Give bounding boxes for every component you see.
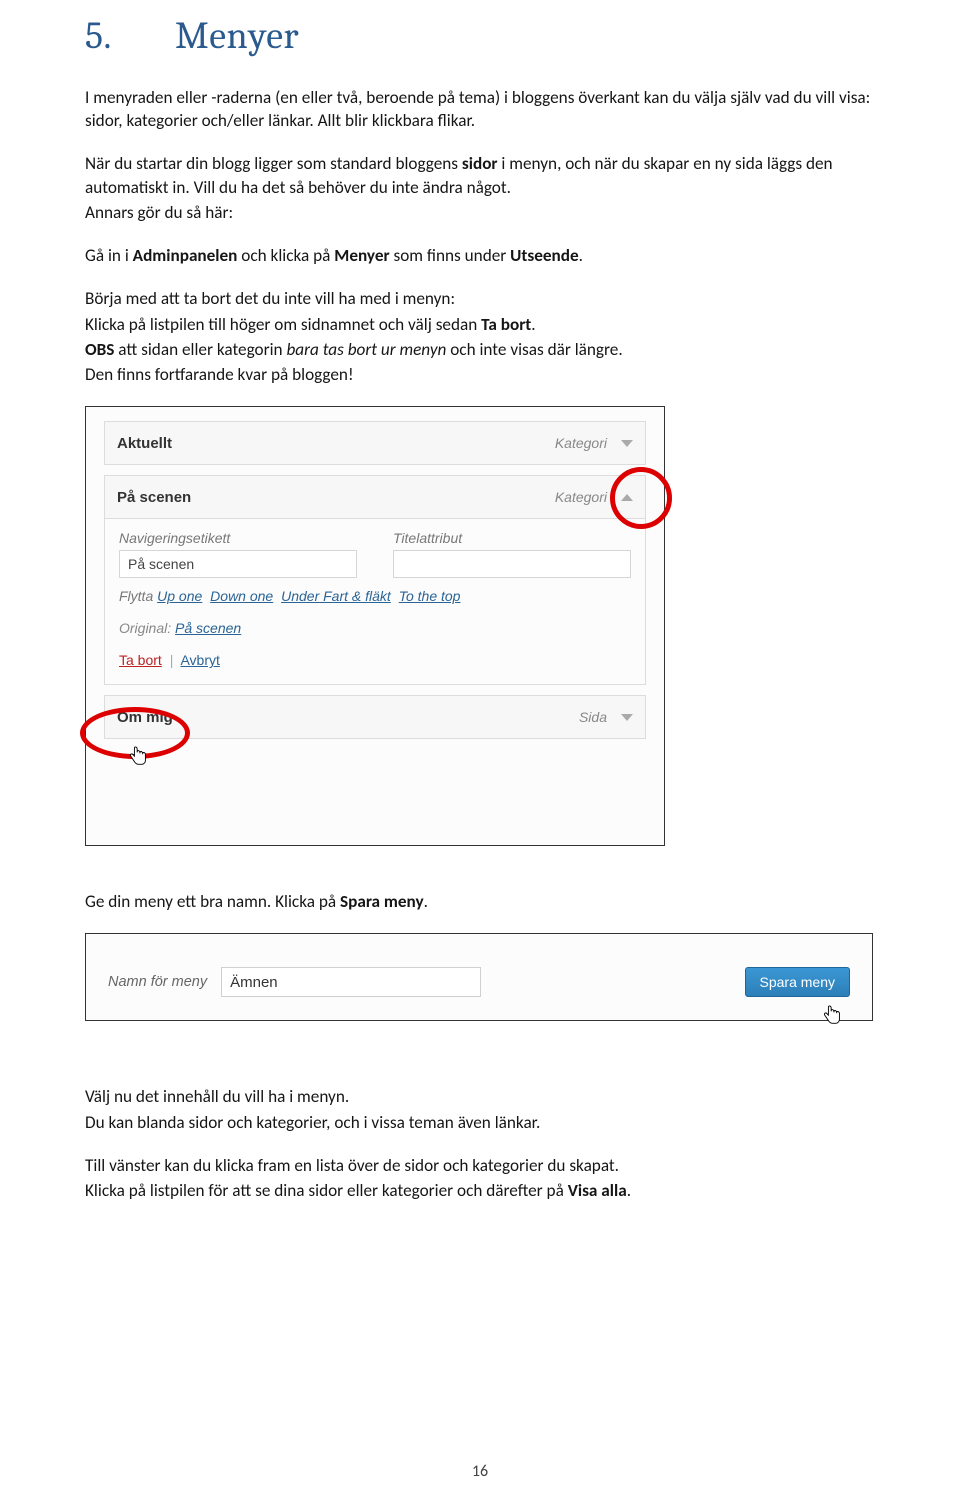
text: Klicka på listpilen till höger om sidnam…	[85, 314, 481, 335]
move-down-link[interactable]: Down one	[210, 588, 273, 604]
text: och inte visas där längre.	[446, 339, 622, 360]
bold-text: sidor	[462, 153, 498, 174]
text: Klicka på listpilen för att se dina sido…	[85, 1180, 568, 1201]
paragraph: Välj nu det innehåll du vill ha i menyn.	[85, 1085, 875, 1108]
text: Den finns fortfarande kvar på bloggen!	[85, 364, 354, 385]
menu-name-label: Namn för meny	[108, 974, 207, 990]
section-number: 5.	[85, 14, 175, 58]
action-row: Ta bort | Avbryt	[119, 652, 631, 668]
menu-item[interactable]: Om mig Sida	[104, 695, 646, 739]
text: Gå in i	[85, 245, 133, 266]
bold-text: Ta bort	[481, 314, 531, 335]
text: och klicka på	[237, 245, 334, 266]
paragraph: Den finns fortfarande kvar på bloggen!	[85, 363, 875, 386]
paragraph: I menyraden eller -raderna (en eller två…	[85, 86, 875, 132]
bold-text: Menyer	[334, 245, 389, 266]
text: .	[627, 1180, 631, 1201]
screenshot-menu-items: Aktuellt Kategori På scenen Kategori Nav…	[85, 406, 665, 846]
original-label: Original:	[119, 620, 171, 636]
paragraph: När du startar din blogg ligger som stan…	[85, 152, 875, 198]
chevron-down-icon[interactable]	[621, 714, 633, 721]
move-top-link[interactable]: To the top	[399, 588, 461, 604]
text: I menyraden eller -raderna (en eller två…	[85, 87, 870, 131]
menu-item-title: Om mig	[117, 709, 173, 726]
move-up-link[interactable]: Up one	[157, 588, 202, 604]
screenshot-menu-name: Namn för meny Spara meny	[85, 933, 873, 1021]
text: som finns under	[390, 245, 511, 266]
title-attribute-input[interactable]	[393, 550, 631, 578]
section-heading: 5.Menyer	[85, 14, 875, 58]
text: Till vänster kan du klicka fram en lista…	[85, 1155, 619, 1176]
bold-text: Spara meny	[340, 891, 424, 912]
paragraph: Ge din meny ett bra namn. Klicka på Spar…	[85, 890, 875, 913]
text: När du startar din blogg ligger som stan…	[85, 153, 462, 174]
text: .	[531, 314, 535, 335]
separator: |	[170, 652, 174, 668]
chevron-down-icon[interactable]	[621, 440, 633, 447]
chevron-up-icon[interactable]	[621, 494, 633, 501]
navigation-label-input[interactable]	[119, 550, 357, 578]
menu-item-details: Navigeringsetikett Titelattribut Flytta …	[104, 518, 646, 685]
text: Annars gör du så här:	[85, 202, 233, 223]
move-under-link[interactable]: Under Fart & fläkt	[281, 588, 391, 604]
paragraph: OBS att sidan eller kategorin bara tas b…	[85, 338, 875, 361]
text: Du kan blanda sidor och kategorier, och …	[85, 1112, 540, 1133]
cursor-hand-icon	[128, 745, 150, 769]
bold-text: Utseende	[510, 245, 578, 266]
menu-item[interactable]: Aktuellt Kategori	[104, 421, 646, 465]
menu-item-title: Aktuellt	[117, 435, 172, 452]
menu-item-expanded[interactable]: På scenen Kategori	[104, 475, 646, 519]
field-label: Titelattribut	[393, 530, 631, 546]
menu-item-type: Kategori	[555, 435, 607, 451]
cursor-hand-icon	[822, 1004, 844, 1028]
field-label: Navigeringsetikett	[119, 530, 357, 546]
original-link[interactable]: På scenen	[175, 620, 241, 636]
original-row: Original: På scenen	[119, 620, 631, 636]
bold-text: Adminpanelen	[133, 245, 238, 266]
text: Välj nu det innehåll du vill ha i menyn.	[85, 1086, 349, 1107]
bold-text: Visa alla	[568, 1180, 627, 1201]
text: .	[579, 245, 583, 266]
menu-item-type: Kategori	[555, 489, 607, 505]
italic-text: bara tas bort ur menyn	[286, 339, 446, 360]
move-label: Flytta	[119, 588, 153, 604]
text: Börja med att ta bort det du inte vill h…	[85, 288, 455, 309]
paragraph: Klicka på listpilen till höger om sidnam…	[85, 313, 875, 336]
paragraph: Du kan blanda sidor och kategorier, och …	[85, 1111, 875, 1134]
paragraph: Annars gör du så här:	[85, 201, 875, 224]
page-number: 16	[472, 1462, 488, 1481]
remove-link[interactable]: Ta bort	[119, 652, 162, 668]
menu-item-title: På scenen	[117, 489, 191, 506]
section-title: Menyer	[175, 14, 299, 58]
paragraph: Klicka på listpilen för att se dina sido…	[85, 1179, 875, 1202]
text: .	[424, 891, 428, 912]
save-menu-button[interactable]: Spara meny	[745, 967, 850, 997]
paragraph: Börja med att ta bort det du inte vill h…	[85, 287, 875, 310]
menu-item-type: Sida	[579, 709, 607, 725]
cancel-link[interactable]: Avbryt	[180, 652, 219, 668]
bold-text: OBS	[85, 339, 114, 360]
text: Ge din meny ett bra namn. Klicka på	[85, 891, 340, 912]
text: att sidan eller kategorin	[114, 339, 286, 360]
paragraph: Gå in i Adminpanelen och klicka på Menye…	[85, 244, 875, 267]
move-row: Flytta Up one Down one Under Fart & fläk…	[119, 588, 631, 604]
menu-name-input[interactable]	[221, 967, 481, 997]
paragraph: Till vänster kan du klicka fram en lista…	[85, 1154, 875, 1177]
